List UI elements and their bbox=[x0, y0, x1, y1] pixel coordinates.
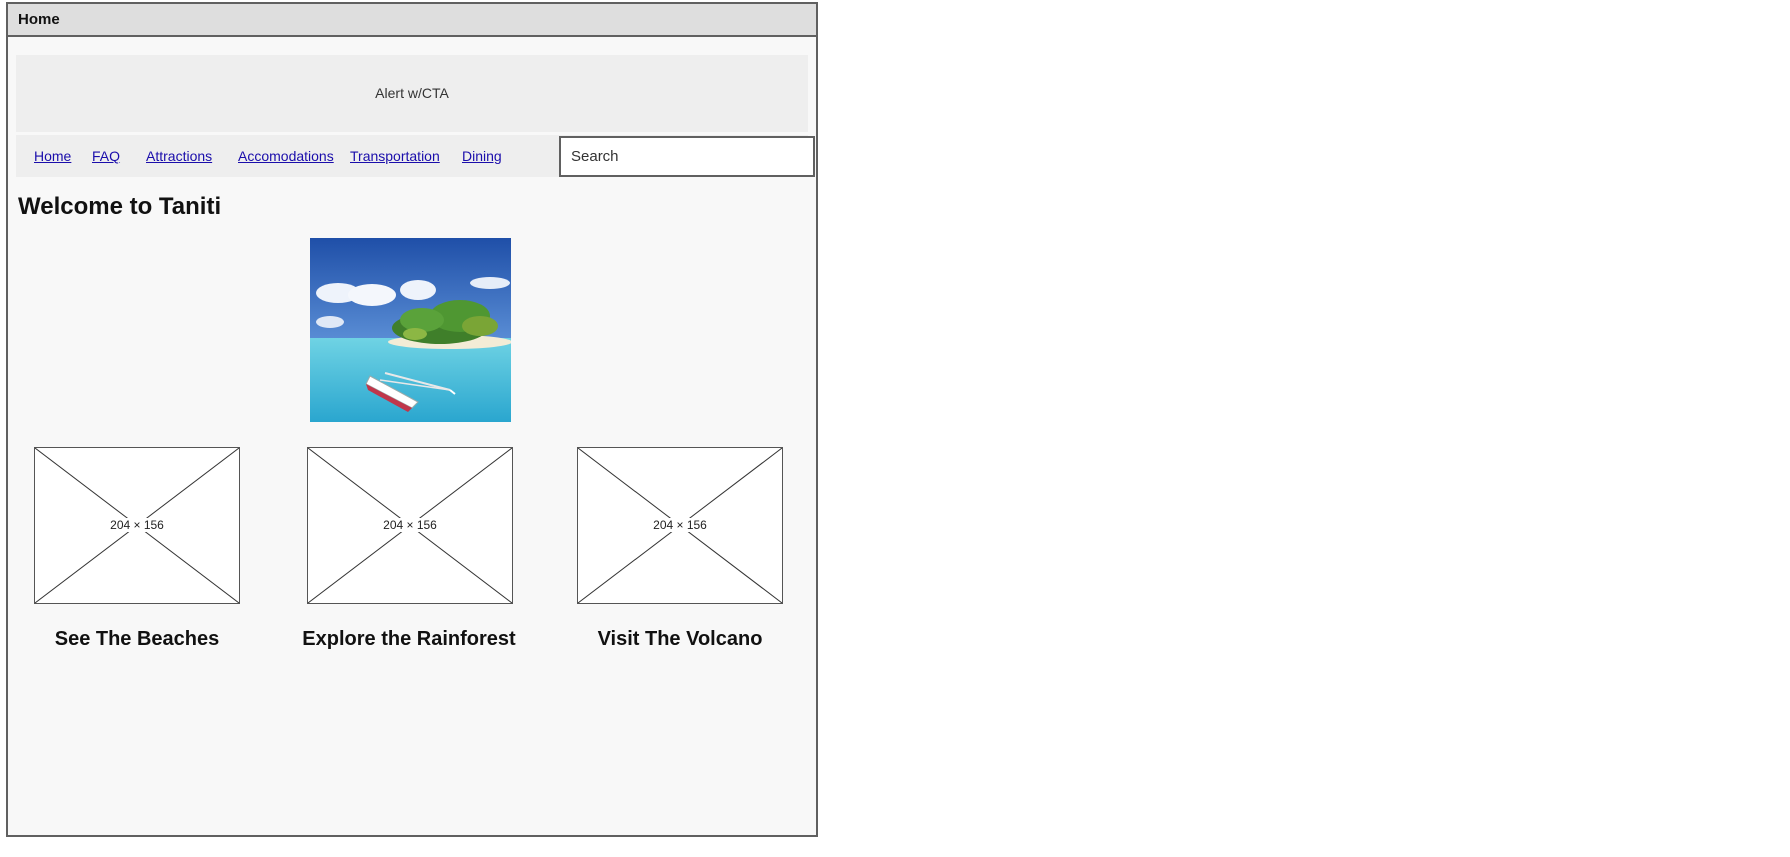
nav-link-transportation[interactable]: Transportation bbox=[350, 148, 440, 164]
card-title-rainforest[interactable]: Explore the Rainforest bbox=[279, 628, 539, 651]
nav-link-faq[interactable]: FAQ bbox=[92, 148, 120, 164]
search-input[interactable] bbox=[559, 136, 815, 177]
window-title: Home bbox=[8, 4, 816, 37]
card-title-beaches[interactable]: See The Beaches bbox=[7, 628, 267, 651]
nav-link-attractions[interactable]: Attractions bbox=[146, 148, 212, 164]
nav-link-dining[interactable]: Dining bbox=[462, 148, 502, 164]
alert-text: Alert w/CTA bbox=[375, 85, 449, 101]
card-title-volcano[interactable]: Visit The Volcano bbox=[550, 628, 810, 651]
placeholder-size-label: 204 × 156 bbox=[109, 518, 165, 532]
nav-link-accomodations[interactable]: Accomodations bbox=[238, 148, 334, 164]
browser-window: Home Alert w/CTA Home FAQ Attractions Ac… bbox=[6, 2, 818, 837]
alert-banner[interactable]: Alert w/CTA bbox=[16, 55, 808, 132]
nav-bar: Home FAQ Attractions Accomodations Trans… bbox=[16, 135, 815, 177]
hero-image bbox=[310, 238, 511, 422]
placeholder-size-label: 204 × 156 bbox=[382, 518, 438, 532]
page-title: Welcome to Taniti bbox=[18, 193, 222, 220]
card-image-placeholder-volcano: 204 × 156 bbox=[577, 447, 783, 604]
card-image-placeholder-beaches: 204 × 156 bbox=[34, 447, 240, 604]
nav-link-home[interactable]: Home bbox=[34, 148, 71, 164]
placeholder-size-label: 204 × 156 bbox=[652, 518, 708, 532]
card-image-placeholder-rainforest: 204 × 156 bbox=[307, 447, 513, 604]
